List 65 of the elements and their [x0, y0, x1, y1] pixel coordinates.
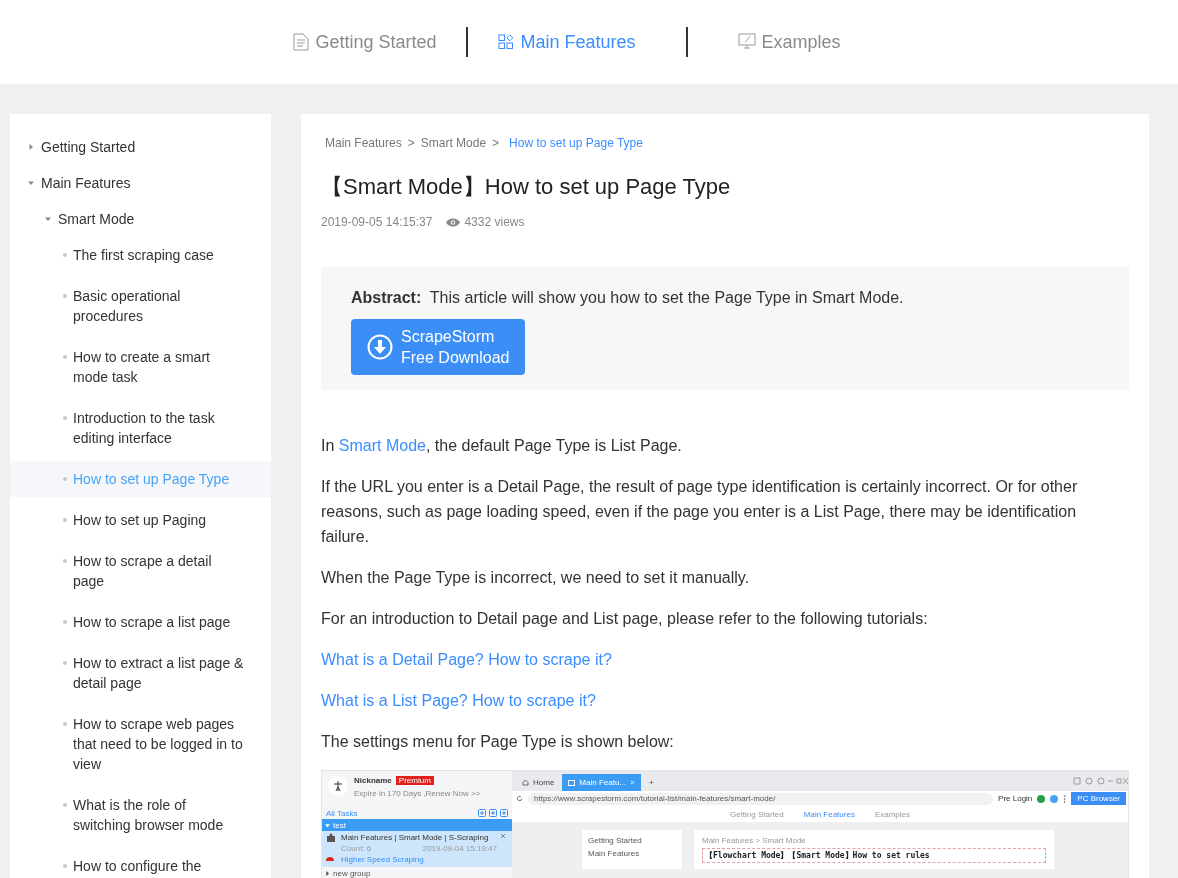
- sidebar-item[interactable]: How to set up Paging: [10, 502, 271, 538]
- paragraph: When the Page Type is incorrect, we need to set it manually.: [321, 568, 751, 588]
- inner-sidebar-item[interactable]: Getting Started: [588, 836, 676, 845]
- sidebar-item[interactable]: The first scraping case: [10, 237, 271, 273]
- new-tab-button[interactable]: +: [643, 774, 660, 791]
- task-item[interactable]: Main Features | Smart Mode | S-Scraping Count: 6 2019-09-04 15:19:47 Higher Speed Scraping: [322, 831, 512, 867]
- article-title: 【Smart Mode】How to set up Page Type: [321, 173, 732, 201]
- monitor-icon: [737, 33, 756, 51]
- breadcrumb-separator: >: [407, 136, 415, 150]
- task-title: Main Features | Smart Mode | S-Scraping: [341, 833, 490, 843]
- eye-icon: [446, 217, 461, 227]
- nickname: Nickname: [354, 776, 392, 785]
- window-icon: [568, 779, 576, 786]
- toolbar-icon[interactable]: [478, 809, 486, 817]
- pre-login-link[interactable]: Pre Login: [998, 794, 1033, 803]
- caret-icon: [325, 870, 330, 876]
- toolbar-icon[interactable]: [500, 809, 508, 817]
- sidebar-item[interactable]: How to scrape a list page: [10, 604, 271, 640]
- sidebar-item[interactable]: How to extract a list page & detail page: [10, 645, 271, 701]
- task-count: Count: 6: [341, 844, 372, 854]
- toolbar-icon[interactable]: [489, 809, 497, 817]
- paragraph: In Smart Mode, the default Page Type is List Page.: [321, 436, 683, 456]
- inner-sidebar-item[interactable]: Main Features: [588, 849, 676, 858]
- view-count: 4332 views: [464, 215, 525, 229]
- sidebar-item[interactable]: What is the role of switching browser mode: [10, 787, 271, 843]
- download-icon: [367, 334, 393, 360]
- sidebar-item[interactable]: How to scrape a detail page: [10, 543, 271, 599]
- caret-icon: [45, 216, 51, 222]
- task-date: 2019-09-04 15:19:47: [422, 844, 497, 854]
- browser-tab[interactable]: Home: [516, 774, 561, 791]
- caret-icon: [28, 180, 34, 186]
- premium-badge: Premium: [395, 776, 434, 785]
- post-date: 2019-09-05 14:15:37: [321, 215, 433, 229]
- gauge-icon: [326, 855, 334, 861]
- inner-breadcrumb: Main Features > Smart Mode: [702, 836, 806, 845]
- more-icon[interactable]: [1063, 794, 1067, 803]
- caret-icon: [325, 822, 330, 828]
- url-field[interactable]: https://www.scrapestorm.com/tutorial-list/main-features/smart-mode/: [528, 792, 994, 805]
- grid-icon: [498, 34, 515, 50]
- expire-text[interactable]: Expire in 170 Days ,Renew Now >>: [354, 789, 481, 798]
- sidebar-item[interactable]: Basic operational procedures: [10, 278, 271, 334]
- sidebar-item[interactable]: Introduction to the task editing interface: [10, 400, 271, 456]
- close-icon[interactable]: [500, 833, 506, 839]
- caret-icon: [28, 144, 34, 150]
- window-controls-icon[interactable]: [1072, 776, 1128, 786]
- task-group[interactable]: new group: [322, 867, 512, 878]
- breadcrumb-link[interactable]: Main Features: [325, 136, 402, 150]
- abstract-text: Abstract: This article will show you how to set the Page Type in Smart Mode.: [351, 289, 905, 307]
- sidebar-item[interactable]: Main Features: [10, 165, 271, 201]
- inner-title: 【Flowchart Mode】【Smart Mode】How to set rules: [702, 848, 1046, 863]
- sidebar-item[interactable]: How to create a smart mode task: [10, 339, 271, 395]
- breadcrumb-separator: >: [492, 136, 500, 150]
- paragraph: The settings menu for Page Type is shown below:: [321, 732, 675, 752]
- sidebar-item[interactable]: Getting Started: [10, 129, 271, 165]
- avatar-icon: [328, 776, 348, 796]
- document-icon: [293, 33, 310, 51]
- reload-icon[interactable]: [516, 795, 523, 802]
- sidebar-item[interactable]: How to scrape web pages that need to be logged in to view: [10, 706, 271, 782]
- paragraph: For an introduction to Detail page and List page, please refer to the following tutorials:: [321, 609, 929, 629]
- home-icon: [522, 779, 529, 786]
- paragraph: If the URL you enter is a Detail Page, the result of page type identification is certainly incorrect. Or for other reasons, such as page loading speed, even if the page you enter is a List Page, there may be identification failure.: [321, 477, 1079, 547]
- sidebar-item[interactable]: How to configure the: [10, 848, 271, 878]
- inner-nav-item[interactable]: Main Features: [803, 809, 855, 819]
- sidebar-item[interactable]: Smart Mode: [10, 201, 271, 237]
- breadcrumb-link[interactable]: Smart Mode: [420, 136, 487, 150]
